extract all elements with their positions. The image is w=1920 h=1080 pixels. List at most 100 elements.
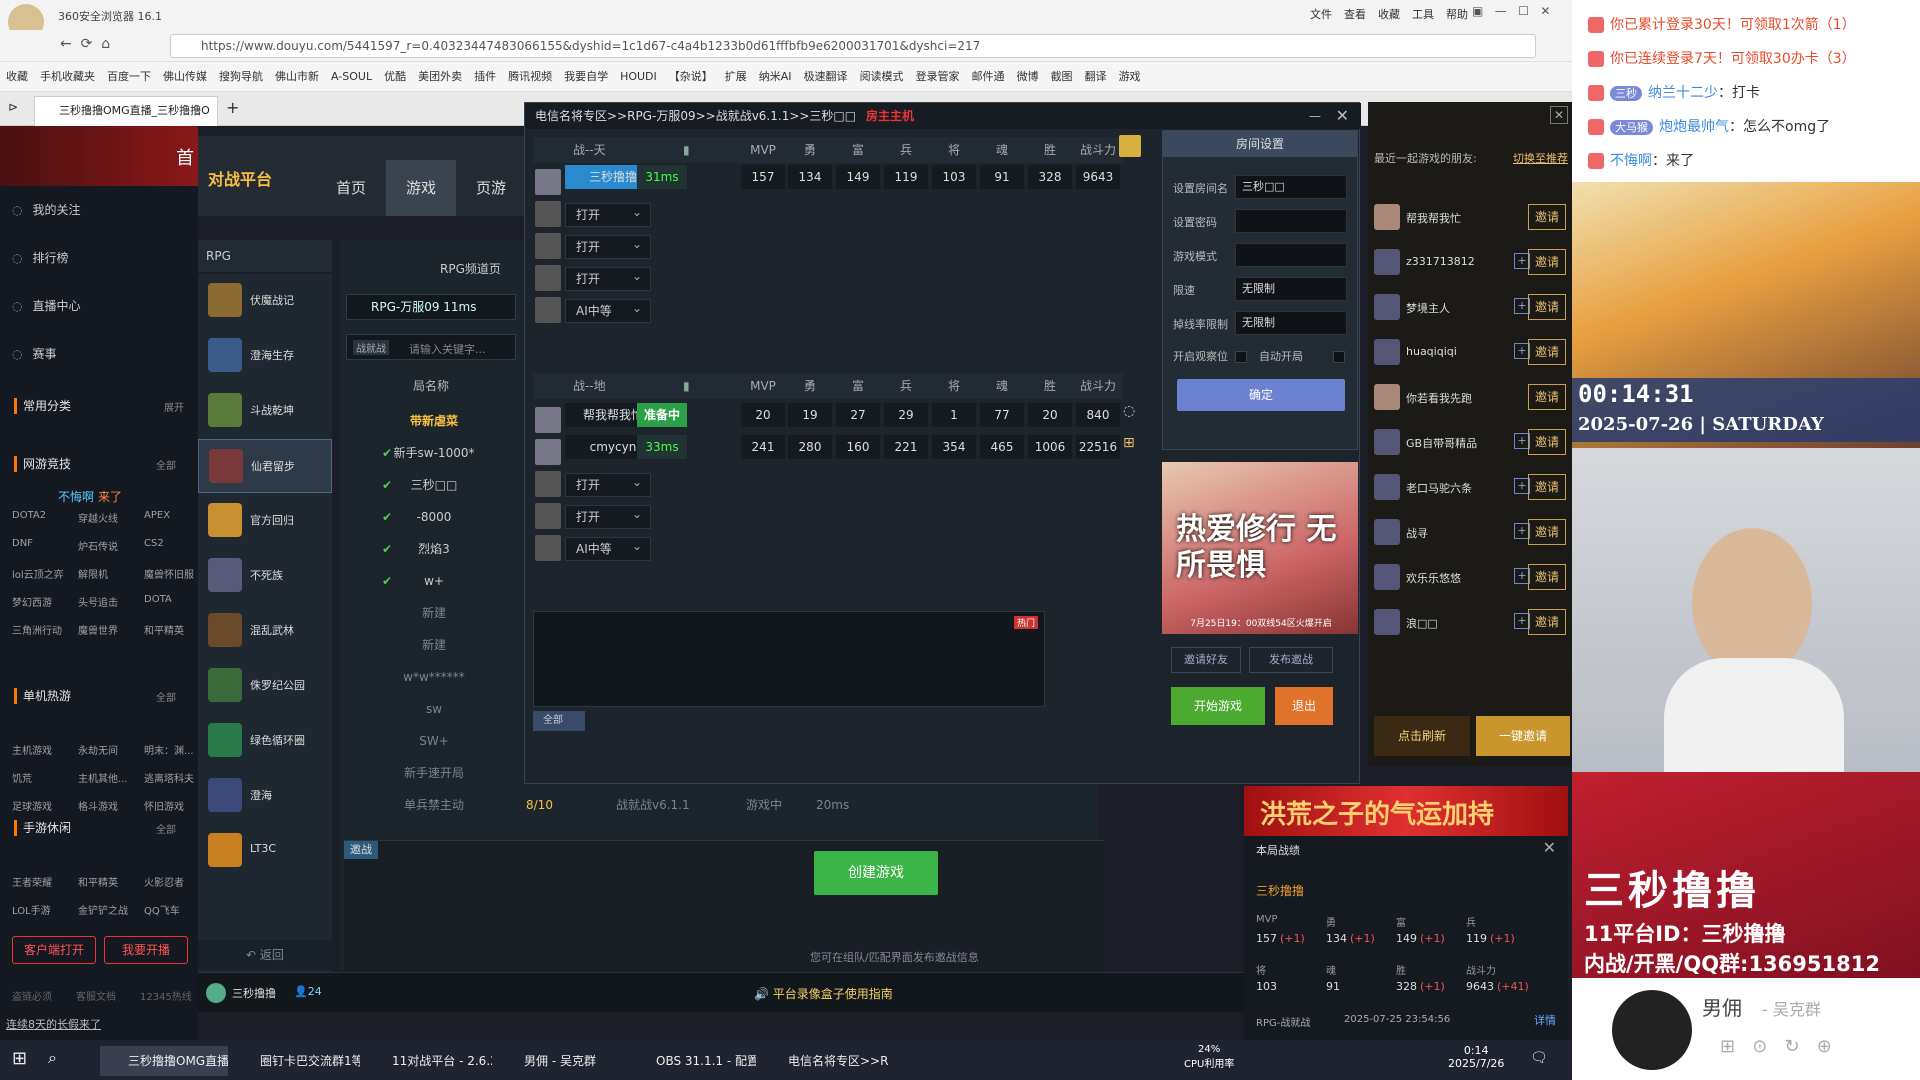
slot-select[interactable]: 打开 bbox=[565, 471, 651, 497]
rpg-game-item[interactable]: 澄海 bbox=[198, 769, 332, 823]
menu-item[interactable]: 文件 bbox=[1310, 8, 1332, 21]
bookmark-item[interactable]: 手机收藏夹 bbox=[40, 62, 95, 91]
slot-select[interactable]: 打开 bbox=[565, 265, 651, 291]
rpg-game-item[interactable]: 官方回归 bbox=[198, 494, 332, 548]
bookmark-item[interactable]: 搜狗导航 bbox=[219, 62, 263, 91]
platform-nav-0[interactable]: 首页 bbox=[316, 160, 386, 216]
url-input[interactable]: https://www.douyu.com/5441597_r=0.403234… bbox=[170, 34, 1536, 58]
rpg-game-item[interactable]: 侏罗纪公园 bbox=[198, 659, 332, 713]
room-setting-field[interactable]: 三秒□□ bbox=[1235, 175, 1347, 199]
slot-select[interactable]: 打开 bbox=[565, 201, 651, 227]
category-tag[interactable]: CS2 bbox=[144, 538, 164, 549]
invite-button[interactable]: 邀请 bbox=[1528, 429, 1566, 455]
chat-bubble-icon[interactable]: ◌ bbox=[1123, 403, 1135, 419]
taskbar-app[interactable]: 男佣 - 吴克群 bbox=[496, 1046, 624, 1076]
publish-challenge-button[interactable]: 发布邀战 bbox=[1249, 647, 1333, 673]
category-tag[interactable]: 格斗游戏 bbox=[78, 798, 118, 813]
bookmark-item[interactable]: 阅读模式 bbox=[860, 62, 904, 91]
nav-buttons[interactable]: ← ⟳ ⌂ bbox=[60, 36, 110, 52]
notification-icon[interactable]: 🗨 bbox=[1530, 1050, 1548, 1066]
empty-slot[interactable]: AI中等 bbox=[533, 293, 1123, 329]
category-tag[interactable]: 魔兽怀旧服 bbox=[144, 566, 194, 581]
category-tag[interactable]: lol云顶之弈 bbox=[12, 566, 64, 581]
invite-button[interactable]: 邀请 bbox=[1528, 294, 1566, 320]
invite-friends-button[interactable]: 邀请好友 bbox=[1171, 647, 1241, 673]
category-tag[interactable]: QQ飞车 bbox=[144, 902, 180, 917]
bookmark-item[interactable]: 翻译 bbox=[1085, 62, 1107, 91]
category-tag[interactable]: DOTA2 bbox=[12, 510, 46, 521]
room-setting-field[interactable]: 无限制 bbox=[1235, 311, 1347, 335]
room-row[interactable]: ✔ 三秒□□ bbox=[346, 470, 522, 500]
rpg-game-item[interactable]: 混乱武林 bbox=[198, 604, 332, 658]
bookmark-item[interactable]: 游戏 bbox=[1119, 62, 1141, 91]
room-setting-field[interactable] bbox=[1235, 209, 1347, 233]
category-tag[interactable]: 魔兽世界 bbox=[78, 622, 118, 637]
bookmark-item[interactable]: A-SOUL bbox=[331, 62, 372, 91]
category-tag[interactable]: 明末：渊... bbox=[144, 742, 194, 757]
bookmark-item[interactable]: 扩展 bbox=[725, 62, 747, 91]
bookmark-item[interactable]: 我要自学 bbox=[564, 62, 608, 91]
invite-button[interactable]: 邀请 bbox=[1528, 609, 1566, 635]
tab-challenge[interactable]: 邀战 bbox=[344, 841, 378, 859]
back-button[interactable]: ↶ 返回 bbox=[198, 940, 332, 970]
close-icon[interactable]: ✕ bbox=[1336, 103, 1349, 129]
category-tag[interactable]: 炉石传说 bbox=[78, 538, 118, 553]
empty-slot[interactable]: 打开 bbox=[533, 467, 1123, 503]
chat-channel-select[interactable]: 全部 bbox=[533, 711, 585, 731]
category-tag[interactable]: DOTA bbox=[144, 594, 172, 605]
bookmark-item[interactable]: 优酷 bbox=[384, 62, 406, 91]
invite-all-button[interactable]: 一键邀请 bbox=[1476, 716, 1570, 756]
room-row[interactable]: 新手速开局8/10战就战v6.1.1游戏中20ms bbox=[346, 758, 849, 788]
douyu-side-item[interactable]: ◌ 我的关注 bbox=[12, 196, 81, 224]
invite-button[interactable]: 邀请 bbox=[1528, 204, 1566, 230]
bookmark-item[interactable]: 佛山传媒 bbox=[163, 62, 207, 91]
room-row[interactable]: w*w****** bbox=[346, 662, 522, 692]
category-tag[interactable]: 逃离塔科夫 bbox=[144, 770, 194, 785]
invite-button[interactable]: 邀请 bbox=[1528, 249, 1566, 275]
bookmark-item[interactable]: 收藏 bbox=[6, 62, 28, 91]
room-chat-box[interactable]: 热门 bbox=[533, 611, 1045, 707]
chat-user[interactable]: 纳兰十二少 bbox=[1648, 85, 1718, 101]
chat-user[interactable]: 炮炮最帅气 bbox=[1659, 119, 1729, 135]
bookmark-item[interactable]: 美团外卖 bbox=[418, 62, 462, 91]
add-friend-icon[interactable]: ⊞ bbox=[1123, 435, 1135, 451]
room-row[interactable]: 新建 bbox=[346, 630, 522, 660]
category-tag[interactable]: 王者荣耀 bbox=[12, 874, 52, 889]
category-all-link[interactable]: 全部 bbox=[156, 821, 176, 836]
panel-close-icon[interactable]: ✕ bbox=[1550, 106, 1568, 124]
minimize-icon[interactable]: — bbox=[1309, 103, 1321, 129]
music-controls[interactable]: ⊞ ⊙ ↻ ⊕ bbox=[1720, 1036, 1832, 1057]
footer-link[interactable]: 客服文档 bbox=[76, 988, 116, 1003]
platform-nav-1[interactable]: 游戏 bbox=[386, 160, 456, 216]
category-tag[interactable]: 主机游戏 bbox=[12, 742, 52, 757]
room-setting-field[interactable]: 无限制 bbox=[1235, 277, 1347, 301]
room-row[interactable]: 新建 bbox=[346, 598, 522, 628]
menu-item[interactable]: 帮助 bbox=[1446, 8, 1468, 21]
platform-nav-2[interactable]: 页游 bbox=[456, 160, 526, 216]
confirm-button[interactable]: 确定 bbox=[1177, 379, 1345, 411]
bookmark-item[interactable]: 插件 bbox=[474, 62, 496, 91]
category-tag[interactable]: 三角洲行动 bbox=[12, 622, 62, 637]
search-icon[interactable]: ⌕ bbox=[48, 1048, 57, 1068]
bookmark-item[interactable]: 纳米AI bbox=[759, 62, 792, 91]
bookmark-item[interactable]: 【杂说】 bbox=[669, 62, 713, 91]
category-all-link[interactable]: 全部 bbox=[156, 689, 176, 704]
window-controls[interactable]: ▣ — ☐ ✕ bbox=[1472, 4, 1550, 18]
start-icon[interactable]: ⊞ bbox=[12, 1048, 27, 1069]
empty-slot[interactable]: 打开 bbox=[533, 261, 1123, 297]
player-row[interactable]: cmycyn 33ms 241 280 160 221 354 465 1006 22516 bbox=[533, 435, 1123, 471]
room-row[interactable]: ✔ w+ bbox=[346, 566, 522, 596]
invite-button[interactable]: 邀请 bbox=[1528, 564, 1566, 590]
category-tag[interactable]: 解限机 bbox=[78, 566, 108, 581]
menu-item[interactable]: 工具 bbox=[1412, 8, 1434, 21]
rpg-game-item[interactable]: 伏魔战记 bbox=[198, 274, 332, 328]
category-tag[interactable]: 怀旧游戏 bbox=[144, 798, 184, 813]
room-row[interactable]: sw bbox=[346, 694, 522, 724]
bookmark-item[interactable]: 百度一下 bbox=[107, 62, 151, 91]
system-clock[interactable]: 0:14 2025/7/26 bbox=[1448, 1044, 1504, 1070]
category-tag[interactable]: 主机其他... bbox=[78, 770, 128, 785]
client-open-button[interactable]: 客户端打开 bbox=[12, 936, 96, 964]
rpg-game-item[interactable]: 绿色循环圈 bbox=[198, 714, 332, 768]
tab-list-icon[interactable]: ⊳ bbox=[8, 100, 18, 114]
empty-slot[interactable]: AI中等 bbox=[533, 531, 1123, 567]
